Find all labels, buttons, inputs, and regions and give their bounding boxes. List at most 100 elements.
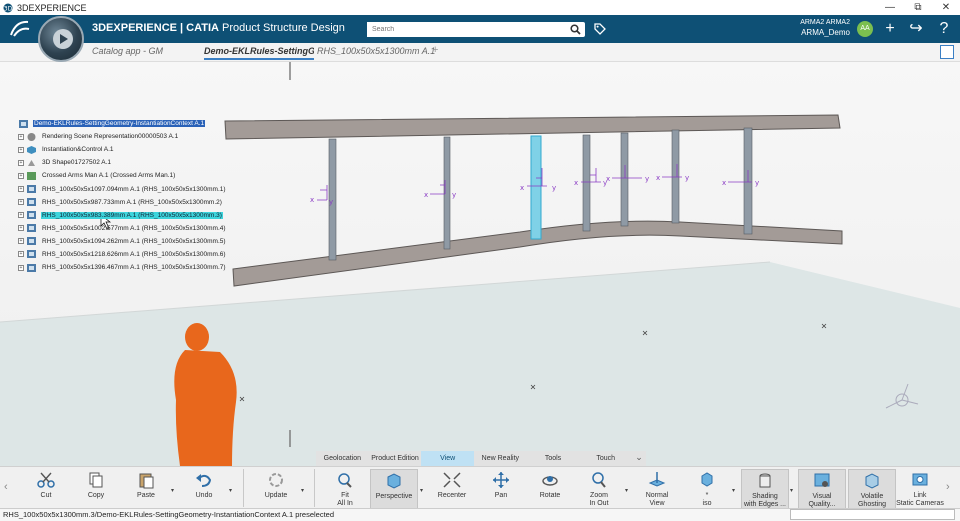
tree-item[interactable]: + RHS_100x50x5x1002.577mm A.1 (RHS_100x50… — [18, 222, 227, 235]
post-3-preselected[interactable] — [530, 135, 542, 240]
update-dropdown-icon[interactable]: ▾ — [301, 487, 304, 494]
undo-dropdown-icon[interactable]: ▾ — [229, 487, 232, 494]
update-button[interactable]: Update — [252, 469, 300, 509]
tree-item[interactable]: + Rendering Scene Representation00000503 … — [18, 130, 227, 143]
perspective-button[interactable]: Perspective — [370, 469, 418, 509]
copy-label: Copy — [87, 492, 105, 499]
expand-icon[interactable]: + — [18, 238, 24, 245]
chevron-down-icon[interactable]: ⌄ — [632, 451, 646, 466]
tree-item[interactable]: + RHS_100x50x5x1218.626mm A.1 (RHS_100x50… — [18, 248, 227, 261]
tab-demo-eklrules[interactable]: Demo-EKLRules-SettingGeo — [204, 46, 314, 60]
expand-icon[interactable]: + — [18, 225, 24, 232]
tree-item[interactable]: + RHS_100x50x5x1097.094mm A.1 (RHS_100x50… — [18, 182, 227, 195]
tree-item-label: RHS_100x50x5x987.733mm A.1 (RHS_100x50x5… — [42, 198, 222, 206]
expand-icon[interactable]: + — [18, 212, 24, 219]
tab-rhs-part[interactable]: RHS_100x50x5x1300mm A.1 — [317, 46, 435, 56]
iso-dropdown-icon[interactable]: ▾ — [732, 487, 735, 494]
visual-quality-icon — [814, 473, 830, 487]
zoom-dropdown-icon[interactable]: ▾ — [625, 487, 628, 494]
tree-root[interactable]: Demo-EKLRules-SettingGeometry-Instantiat… — [18, 117, 227, 130]
section-tabs: Geolocation Product Edition View New Rea… — [316, 451, 632, 466]
expand-icon[interactable]: + — [18, 251, 24, 258]
tab-product-edition[interactable]: Product Edition — [369, 451, 422, 466]
plus-icon[interactable]: + — [882, 21, 898, 37]
search-icon[interactable] — [570, 24, 581, 35]
add-tab-button[interactable]: + — [432, 44, 438, 56]
post-5[interactable] — [620, 132, 629, 227]
share-icon[interactable]: ↪ — [908, 21, 924, 37]
scroll-right-icon[interactable]: › — [946, 481, 950, 493]
post-4[interactable] — [582, 134, 591, 232]
product-icon — [27, 171, 36, 180]
undo-label: Undo — [195, 492, 213, 499]
tree-item[interactable]: + Crossed Arms Man A.1 (Crossed Arms Man.… — [18, 169, 227, 182]
ghosting-label-1: Volatile — [860, 493, 884, 500]
brand-prefix: 3DEXPERIENCE | CATIA — [92, 22, 219, 34]
avatar[interactable]: AA — [857, 21, 873, 37]
separator — [243, 469, 244, 507]
expand-icon[interactable]: + — [18, 172, 24, 179]
tab-tools[interactable]: Tools — [527, 451, 580, 466]
tab-touch[interactable]: Touch — [579, 451, 632, 466]
paste-dropdown-icon[interactable]: ▾ — [171, 487, 174, 494]
expand-icon[interactable]: + — [18, 264, 24, 271]
close-button[interactable]: ✕ — [932, 0, 960, 15]
perspective-dropdown-icon[interactable]: ▾ — [420, 487, 423, 494]
rotate-button[interactable]: Rotate — [526, 469, 574, 509]
expand-icon[interactable]: + — [18, 199, 24, 206]
normal-view-icon — [648, 472, 666, 487]
visual-quality-button[interactable]: Visual Quality... — [798, 469, 846, 509]
help-icon[interactable]: ? — [936, 21, 952, 37]
undo-button[interactable]: Undo — [180, 469, 228, 509]
tab-geolocation[interactable]: Geolocation — [316, 451, 369, 466]
tag-icon[interactable] — [593, 22, 607, 36]
link-static-cameras-button[interactable]: Link Static Cameras — [896, 469, 944, 509]
cut-button[interactable]: Cut — [22, 469, 70, 509]
tab-catalog-app[interactable]: Catalog app - GM — [92, 46, 163, 56]
axis-label-x: x — [310, 196, 314, 204]
visual-quality-label-2: Quality... — [808, 501, 836, 508]
tree-item[interactable]: +3D Shape01727502 A.1 — [18, 156, 227, 169]
user-block[interactable]: ARMA2 ARMA2 ARMA_Demo — [780, 18, 850, 38]
shading-with-edges-button[interactable]: Shading with Edges ... — [741, 469, 789, 509]
command-input[interactable] — [790, 509, 955, 520]
tree-item-preselected[interactable]: + RHS_100x50x5x983.389mm A.1 (RHS_100x50x… — [18, 209, 227, 222]
zoom-in-out-button[interactable]: Zoom In Out — [575, 469, 623, 509]
product-icon — [19, 119, 28, 128]
post-6[interactable] — [671, 129, 680, 224]
compass-button[interactable] — [38, 16, 84, 62]
shading-dropdown-icon[interactable]: ▾ — [790, 487, 793, 494]
search-input[interactable] — [367, 22, 562, 37]
ghosting-icon — [865, 473, 879, 489]
separator — [314, 469, 315, 507]
minimize-button[interactable]: — — [876, 0, 904, 15]
expand-icon[interactable]: + — [18, 146, 24, 153]
iso-view-button[interactable]: * iso — [683, 469, 731, 509]
tree-item[interactable]: + Instantiation&Control A.1 — [18, 143, 227, 156]
fit-all-in-button[interactable]: Fit All In — [321, 469, 369, 509]
copy-button[interactable]: Copy — [72, 469, 120, 509]
maximize-button[interactable]: ⧉ — [904, 0, 932, 15]
3d-viewport[interactable]: x y x y x y x y x y x y x y Demo-EKLRule… — [0, 62, 960, 466]
ds-logo-icon[interactable] — [8, 19, 32, 39]
expand-icon[interactable]: + — [18, 186, 24, 193]
fullscreen-icon[interactable] — [940, 45, 954, 59]
recenter-button[interactable]: Recenter — [428, 469, 476, 509]
recenter-label: Recenter — [437, 492, 467, 499]
expand-icon[interactable]: + — [18, 159, 24, 166]
tree-item[interactable]: + RHS_100x50x5x987.733mm A.1 (RHS_100x50x… — [18, 196, 227, 209]
tab-view[interactable]: View — [421, 451, 475, 466]
expand-icon[interactable]: + — [18, 133, 24, 140]
volatile-ghosting-button[interactable]: Volatile Ghosting — [848, 469, 896, 509]
scroll-left-icon[interactable]: ‹ — [4, 481, 8, 493]
tree-item-label: Instantiation&Control A.1 — [42, 146, 114, 154]
paste-button[interactable]: Paste — [122, 469, 170, 509]
tree-item[interactable]: + RHS_100x50x5x1396.467mm A.1 (RHS_100x50… — [18, 261, 227, 274]
tree-item[interactable]: + RHS_100x50x5x1094.262mm A.1 (RHS_100x50… — [18, 235, 227, 248]
part-icon — [27, 263, 36, 272]
pan-button[interactable]: Pan — [477, 469, 525, 509]
tab-new-reality[interactable]: New Reality — [474, 451, 527, 466]
brand-title: 3DEXPERIENCE | CATIA Product Structure D… — [92, 22, 345, 34]
user-role: ARMA_Demo — [801, 28, 850, 37]
normal-view-button[interactable]: Normal View — [633, 469, 681, 509]
